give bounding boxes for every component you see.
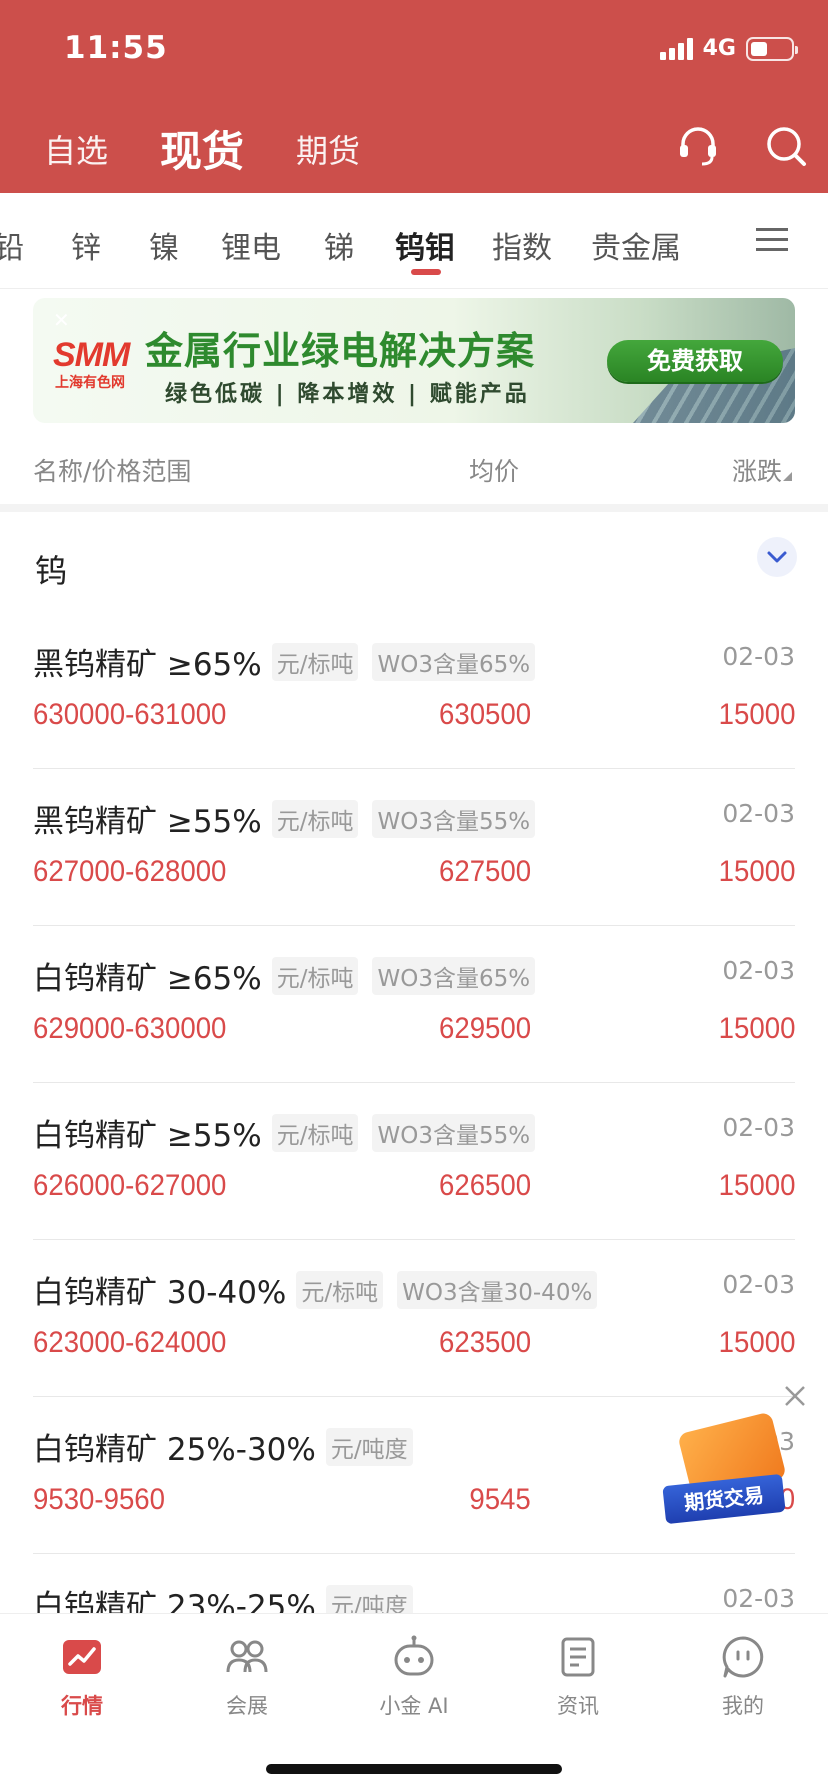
- category-antimony[interactable]: 锑: [324, 223, 354, 267]
- average-price: 626500: [438, 1169, 531, 1202]
- product-name: 白钨精矿 25%-30%: [33, 1432, 316, 1468]
- category-lead[interactable]: 铅: [0, 223, 24, 267]
- home-indicator[interactable]: [266, 1764, 562, 1774]
- price-change: 15000: [718, 1169, 795, 1202]
- category-lithium-battery[interactable]: 锂电: [221, 223, 281, 267]
- column-name: 名称/价格范围: [33, 457, 192, 486]
- price-date: 02-03: [722, 642, 795, 671]
- column-average: 均价: [469, 457, 520, 486]
- tab-spot[interactable]: 现货: [160, 118, 244, 179]
- unit-tag: 元/标吨: [271, 1113, 359, 1152]
- spec-tag: WO3含量65%: [372, 956, 536, 995]
- column-header: 名称/价格范围 均价 涨跌: [0, 436, 828, 512]
- price-range: 630000-631000: [33, 698, 227, 731]
- unit-tag: 元/吨度: [325, 1427, 413, 1466]
- price-date: 02-03: [722, 1584, 795, 1613]
- price-row[interactable]: 白钨精矿 ≥55% 元/标吨 WO3含量55% 02-03 626000-627…: [33, 1083, 795, 1240]
- group-title: 钨: [35, 552, 68, 590]
- product-name: 白钨精矿 30-40%: [33, 1275, 287, 1311]
- average-price: 623500: [438, 1326, 531, 1359]
- chevron-down-icon[interactable]: [757, 537, 797, 577]
- unit-tag: 元/标吨: [271, 799, 359, 838]
- banner-subtitle: 绿色低碳 | 降本增效 | 赋能产品: [165, 382, 530, 407]
- nav-ai-assistant[interactable]: 小金 AI: [349, 1634, 479, 1720]
- tab-watchlist[interactable]: 自选: [44, 126, 108, 172]
- price-range: 623000-624000: [33, 1326, 227, 1359]
- category-tungsten-molybdenum[interactable]: 钨钼: [395, 223, 455, 267]
- price-change: 15000: [718, 698, 795, 731]
- promo-banner[interactable]: ✕ SMM 上海有色网 金属行业绿电解决方案 绿色低碳 | 降本增效 | 赋能产…: [33, 298, 795, 423]
- product-name: 白钨精矿 ≥55%: [33, 1118, 262, 1154]
- profile-face-icon: [722, 1636, 764, 1678]
- column-change[interactable]: 涨跌: [732, 452, 782, 488]
- category-nickel[interactable]: 镍: [149, 223, 179, 267]
- banner-close-icon[interactable]: ✕: [53, 308, 70, 332]
- price-change: 15000: [718, 1326, 795, 1359]
- top-tabs: 自选 现货 期货: [44, 118, 412, 179]
- average-price: 627500: [438, 855, 531, 888]
- nav-news[interactable]: 资讯: [513, 1634, 643, 1720]
- product-name: 黑钨精矿 ≥55%: [33, 804, 262, 840]
- sort-icon[interactable]: [783, 472, 792, 481]
- menu-icon[interactable]: [756, 227, 788, 253]
- average-price: 9545: [469, 1483, 531, 1516]
- category-index[interactable]: 指数: [492, 223, 552, 267]
- price-change: 15000: [718, 1012, 795, 1045]
- unit-tag: 元/标吨: [296, 1270, 384, 1309]
- price-date: 02-03: [722, 1113, 795, 1142]
- active-tab-indicator: [411, 269, 441, 275]
- market-chart-icon: [63, 1640, 101, 1674]
- close-icon[interactable]: [781, 1382, 809, 1410]
- people-icon: [226, 1640, 268, 1673]
- banner-cta-button[interactable]: 免费获取: [607, 340, 783, 382]
- status-time: 11:55: [64, 30, 168, 66]
- smm-logo: SMM 上海有色网: [53, 336, 130, 391]
- price-range: 9530-9560: [33, 1483, 165, 1516]
- search-icon[interactable]: [764, 124, 808, 168]
- news-doc-icon: [561, 1637, 595, 1677]
- customer-service-icon[interactable]: [676, 124, 720, 168]
- price-list: 黑钨精矿 ≥65% 元/标吨 WO3含量65% 02-03 630000-631…: [33, 612, 795, 1711]
- price-range: 627000-628000: [33, 855, 227, 888]
- network-type: 4G: [702, 36, 736, 61]
- category-precious-metals[interactable]: 贵金属: [591, 223, 681, 267]
- battery-icon: [746, 36, 798, 61]
- spec-tag: WO3含量30-40%: [397, 1270, 598, 1309]
- tab-futures[interactable]: 期货: [296, 126, 360, 172]
- spec-tag: WO3含量55%: [372, 1113, 536, 1152]
- price-change: 15000: [718, 855, 795, 888]
- product-name: 白钨精矿 ≥65%: [33, 961, 262, 997]
- price-row[interactable]: 白钨精矿 30-40% 元/标吨 WO3含量30-40% 02-03 62300…: [33, 1240, 795, 1397]
- product-name: 黑钨精矿 ≥65%: [33, 647, 262, 683]
- average-price: 630500: [438, 698, 531, 731]
- app-header: 11:55 4G 自选 现货 期货: [0, 0, 828, 193]
- price-range: 629000-630000: [33, 1012, 227, 1045]
- price-date: 02-03: [722, 956, 795, 985]
- nav-profile[interactable]: 我的: [678, 1634, 808, 1720]
- nav-market[interactable]: 行情: [17, 1634, 147, 1720]
- price-row[interactable]: 黑钨精矿 ≥55% 元/标吨 WO3含量55% 02-03 627000-628…: [33, 769, 795, 926]
- robot-icon: [394, 1635, 434, 1676]
- category-zinc[interactable]: 锌: [71, 223, 101, 267]
- average-price: 629500: [438, 1012, 531, 1045]
- price-date: 02-03: [722, 1270, 795, 1299]
- price-date: 02-03: [722, 799, 795, 828]
- spec-tag: WO3含量65%: [372, 642, 536, 681]
- category-tabs: 铅 锌 镍 锂电 锑 钨钼 指数 贵金属: [0, 193, 828, 289]
- unit-tag: 元/标吨: [271, 956, 359, 995]
- price-row[interactable]: 黑钨精矿 ≥65% 元/标吨 WO3含量65% 02-03 630000-631…: [33, 612, 795, 769]
- futures-trading-promo[interactable]: 期货交易: [662, 1411, 790, 1525]
- banner-title: 金属行业绿电解决方案: [145, 329, 536, 373]
- nav-exhibition[interactable]: 会展: [182, 1634, 312, 1720]
- status-indicators: 4G: [659, 36, 798, 61]
- futures-trading-label: 期货交易: [662, 1473, 786, 1525]
- unit-tag: 元/标吨: [271, 642, 359, 681]
- price-range: 626000-627000: [33, 1169, 227, 1202]
- spec-tag: WO3含量55%: [372, 799, 536, 838]
- price-row[interactable]: 白钨精矿 ≥65% 元/标吨 WO3含量65% 02-03 629000-630…: [33, 926, 795, 1083]
- signal-icon: [659, 37, 693, 60]
